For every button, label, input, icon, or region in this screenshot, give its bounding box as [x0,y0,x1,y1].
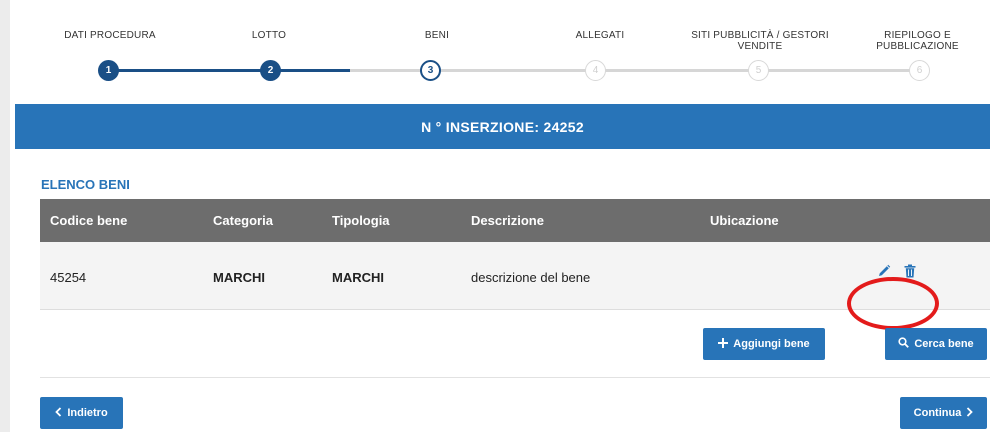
page: DATI PROCEDURA LOTTO BENI ALLEGATI SITI … [10,0,990,432]
search-good-button[interactable]: Cerca bene [885,328,987,360]
insertion-number-text: N ° INSERZIONE: 24252 [421,118,584,135]
step-5-circle: 5 [748,60,769,81]
step-6-circle: 6 [909,60,930,81]
insertion-number-banner: N ° INSERZIONE: 24252 [15,104,990,149]
plus-icon [718,337,729,351]
cell-categoria: MARCHI [213,270,265,285]
step-label-riepilogo: RIEPILOGO E PUBBLICAZIONE [876,30,959,52]
step-3-circle[interactable]: 3 [420,60,441,81]
progress-stepper: DATI PROCEDURA LOTTO BENI ALLEGATI SITI … [10,0,990,102]
back-button[interactable]: Indietro [40,397,123,429]
step-label-dati-procedura: DATI PROCEDURA [64,30,156,41]
header-codice-bene: Codice bene [50,213,128,228]
search-good-label: Cerca bene [914,338,974,350]
header-descrizione: Descrizione [471,213,544,228]
step-label-lotto: LOTTO [251,30,287,41]
divider [40,377,990,378]
table-header: Codice bene Categoria Tipologia Descrizi… [40,199,990,242]
chevron-left-icon [55,406,62,420]
header-categoria: Categoria [213,213,273,228]
section-title: ELENCO BENI [41,177,130,192]
left-edge [0,0,10,432]
add-good-label: Aggiungi bene [733,338,810,350]
continue-button[interactable]: Continua [900,397,987,429]
chevron-right-icon [966,406,974,420]
back-label: Indietro [67,407,108,419]
step-label-allegati: ALLEGATI [575,30,625,41]
header-tipologia: Tipologia [332,213,390,228]
table-row: 45254 MARCHI MARCHI descrizione del bene [40,242,990,330]
step-2-circle[interactable]: 2 [260,60,281,81]
step-label-siti-pubblicita: SITI PUBBLICITÀ / GESTORI VENDITE [691,30,829,52]
header-ubicazione: Ubicazione [710,213,779,228]
goods-table: Codice bene Categoria Tipologia Descrizi… [40,199,990,330]
cell-tipologia: MARCHI [332,270,384,285]
search-icon [898,337,910,351]
step-4-circle: 4 [585,60,606,81]
cell-codice: 45254 [50,270,87,285]
add-good-button[interactable]: Aggiungi bene [703,328,825,360]
step-1-circle[interactable]: 1 [98,60,119,81]
red-highlight-circle [847,277,939,330]
continue-label: Continua [913,407,962,419]
stepper-track-remaining [430,69,910,72]
step-label-beni: BENI [424,30,450,41]
cell-descrizione: descrizione del bene [471,270,591,285]
stepper-track-partial [350,69,430,72]
